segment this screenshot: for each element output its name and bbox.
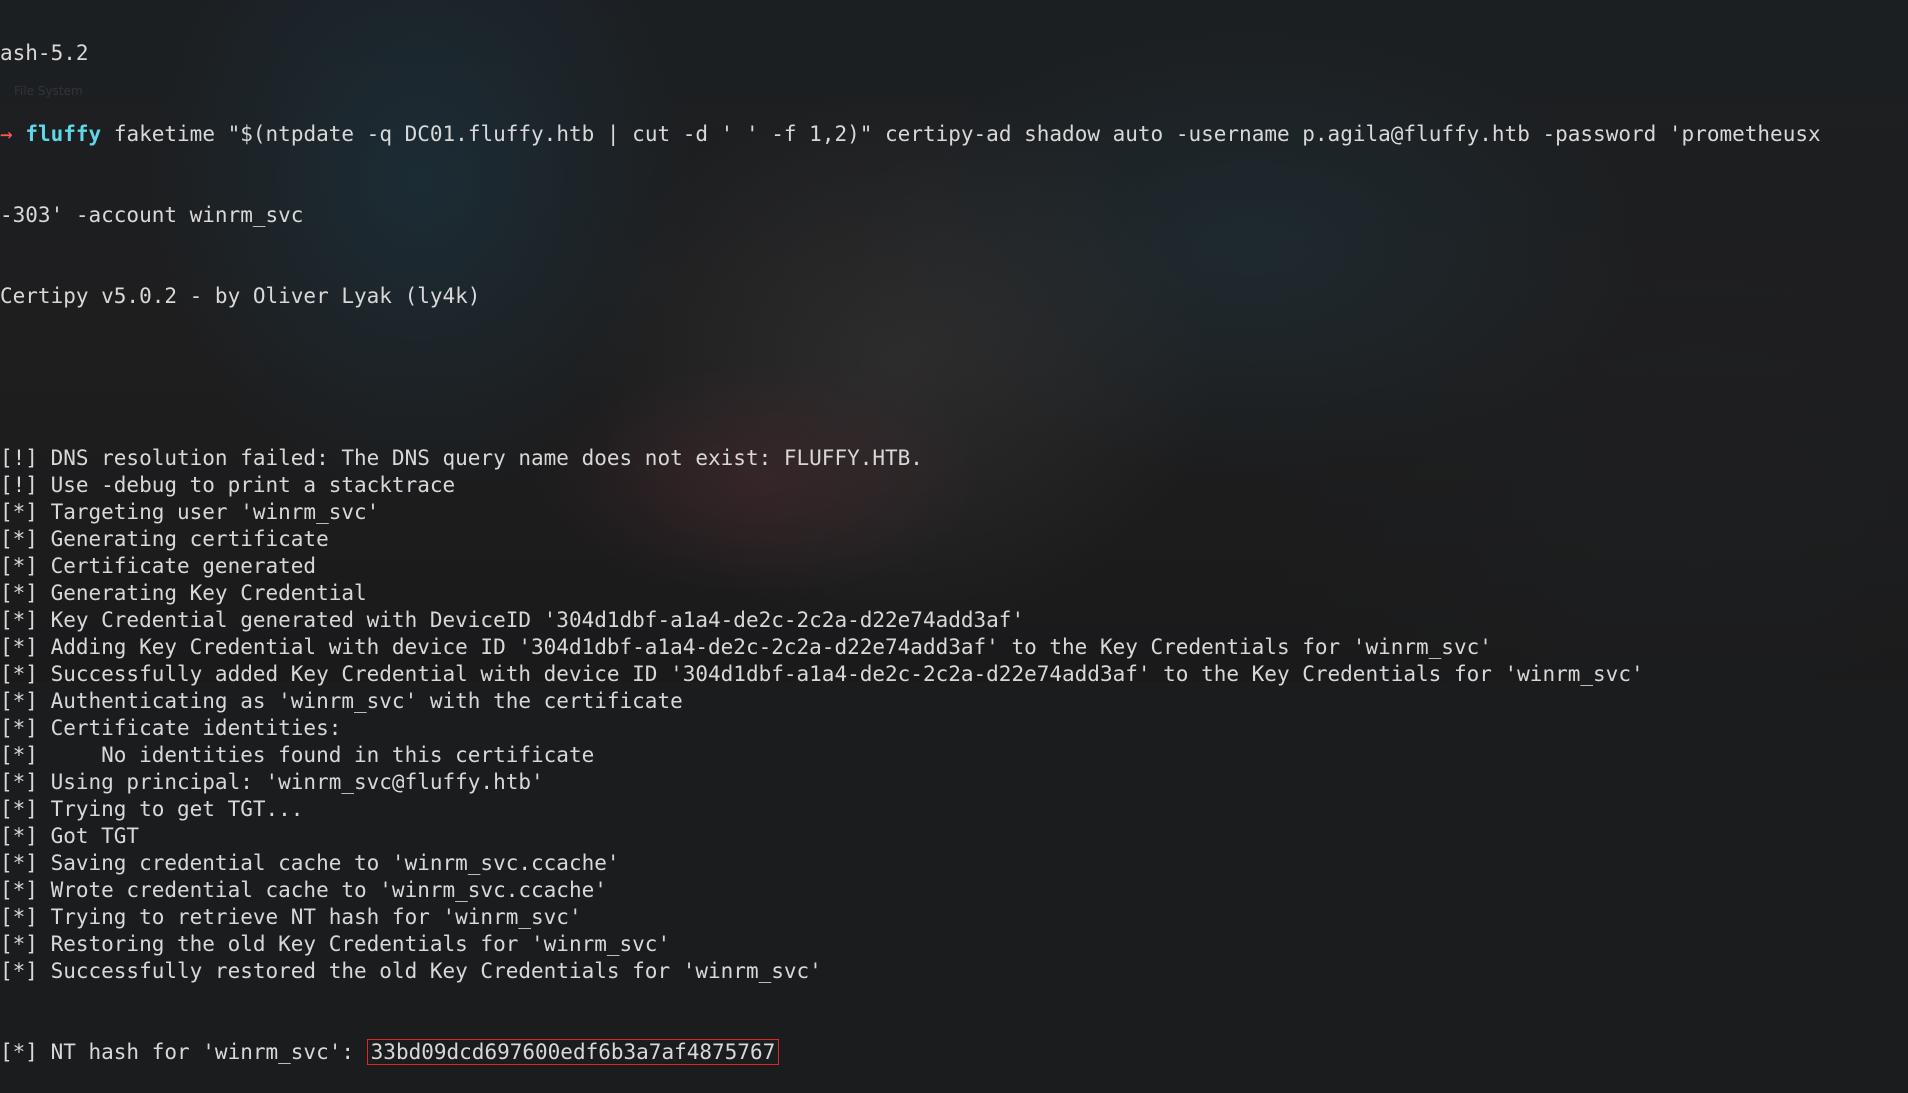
output-line: [*] Key Credential generated with Device… <box>0 608 1025 632</box>
output-line: [*] Successfully added Key Credential wi… <box>0 662 1644 686</box>
nt-hash-line: [*] NT hash for 'winrm_svc': 33bd09dcd69… <box>0 1039 1908 1066</box>
output-line: [*] Got TGT <box>0 824 140 848</box>
output-line: [*] Trying to get TGT... <box>0 797 304 821</box>
output-line: [*] Saving credential cache to 'winrm_sv… <box>0 851 620 875</box>
terminal-top-fragment: ash-5.2 <box>0 41 89 65</box>
terminal-window[interactable]: ash-5.2 → fluffy faketime "$(ntpdate -q … <box>0 0 1908 1093</box>
output-line: [*] No identities found in this certific… <box>0 743 595 767</box>
output-line: [*] Trying to retrieve NT hash for 'winr… <box>0 905 582 929</box>
output-line: [*] Successfully restored the old Key Cr… <box>0 959 822 983</box>
output-line: [*] Adding Key Credential with device ID… <box>0 635 1492 659</box>
nt-hash-value: 33bd09dcd697600edf6b3a7af4875767 <box>366 1039 780 1065</box>
output-line: [*] Generating certificate <box>0 527 329 551</box>
command-output: [!] DNS resolution failed: The DNS query… <box>0 445 1908 985</box>
command-line: → fluffy faketime "$(ntpdate -q DC01.flu… <box>0 121 1908 148</box>
output-line: [*] Authenticating as 'winrm_svc' with t… <box>0 689 683 713</box>
command-text: faketime "$(ntpdate -q DC01.fluffy.htb |… <box>101 122 1821 146</box>
output-line: [!] DNS resolution failed: The DNS query… <box>0 446 923 470</box>
output-line: [!] Use -debug to print a stacktrace <box>0 473 456 497</box>
prompt-directory: fluffy <box>25 122 102 146</box>
output-line: [*] Wrote credential cache to 'winrm_svc… <box>0 878 607 902</box>
certipy-banner: Certipy v5.0.2 - by Oliver Lyak (ly4k) <box>0 284 481 308</box>
output-line: [*] Certificate generated <box>0 554 317 578</box>
output-line: [*] Generating Key Credential <box>0 581 367 605</box>
output-line: [*] Using principal: 'winrm_svc@fluffy.h… <box>0 770 544 794</box>
command-continuation: -303' -account winrm_svc <box>0 203 304 227</box>
nt-hash-label: [*] NT hash for 'winrm_svc': <box>0 1040 367 1064</box>
output-line: [*] Certificate identities: <box>0 716 342 740</box>
prompt-arrow-icon: → <box>0 122 13 146</box>
output-line: [*] Restoring the old Key Credentials fo… <box>0 932 671 956</box>
output-line: [*] Targeting user 'winrm_svc' <box>0 500 380 524</box>
